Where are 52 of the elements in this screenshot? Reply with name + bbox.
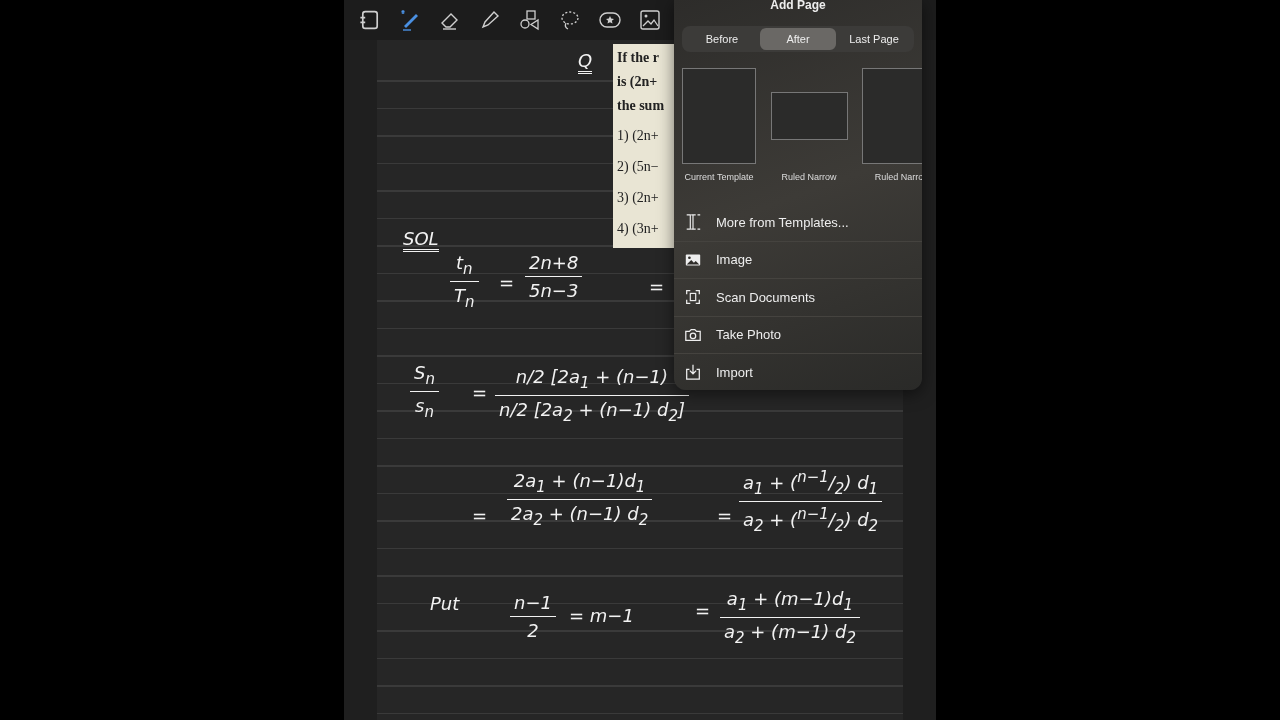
handwritten-text: = bbox=[649, 276, 665, 297]
fraction-denominator: a$_{2}$ + ($^{n−1}$/$_{2}$) d$_{2}$ bbox=[742, 503, 880, 535]
popover-title: Add Page bbox=[769, 0, 827, 14]
question-text: the sum bbox=[617, 97, 666, 115]
template-thumbnail[interactable] bbox=[770, 92, 848, 140]
image-icon[interactable] bbox=[638, 8, 662, 32]
handwritten-text: = m−1 bbox=[569, 605, 634, 626]
handwritten-text: = bbox=[695, 600, 711, 621]
fraction-numerator: n−1 bbox=[510, 592, 556, 617]
question-text: 1) (2n+ bbox=[617, 127, 660, 145]
template-thumbnail[interactable] bbox=[862, 68, 922, 164]
question-text: If the r bbox=[617, 49, 660, 67]
handwritten-text: = bbox=[717, 505, 733, 526]
question-text: 3) (2n+ bbox=[617, 189, 660, 207]
menu-item[interactable]: Image bbox=[674, 240, 922, 278]
template-thumbnail[interactable] bbox=[682, 68, 756, 164]
fraction-numerator: 2n+8 bbox=[525, 252, 583, 277]
fraction-denominator: 5n−3 bbox=[528, 279, 580, 301]
fraction-denominator: T$_{n}$ bbox=[453, 283, 476, 311]
menu-item[interactable]: More from Templates... bbox=[674, 204, 922, 241]
scan-icon bbox=[684, 288, 702, 307]
menu-item[interactable]: Import bbox=[674, 353, 922, 390]
handwritten-text: = bbox=[472, 382, 488, 403]
fraction-numerator: a$_{1}$ + (m−1)d$_{1}$ bbox=[720, 588, 860, 618]
segment-tab[interactable]: Last Page bbox=[836, 28, 912, 50]
handwritten-heading: SOL bbox=[403, 228, 439, 252]
template-icon bbox=[684, 213, 702, 232]
shapes-icon[interactable] bbox=[518, 8, 542, 32]
fraction-numerator: S$_{n}$ bbox=[410, 362, 439, 392]
import-icon bbox=[684, 363, 702, 382]
fraction-denominator: 2a$_{2}$ + (n−1) d$_{2}$ bbox=[510, 501, 650, 529]
segment-tab[interactable]: After bbox=[760, 28, 836, 50]
handwritten-text: = bbox=[472, 505, 488, 526]
fraction-numerator: 2a$_{1}$ + (n−1)d$_{1}$ bbox=[507, 470, 653, 500]
template-label: Ruled Narrow bbox=[781, 172, 837, 182]
handwritten-text: Put bbox=[430, 593, 460, 614]
fraction-denominator: n/2 [2a$_{2}$ + (n−1) d$_{2}$] bbox=[498, 397, 686, 425]
handwritten-text: = bbox=[499, 272, 515, 293]
question-text: 4) (3n+ bbox=[617, 220, 660, 238]
fraction-numerator: a$_{1}$ + ($^{n−1}$/$_{2}$) d$_{1}$ bbox=[739, 468, 883, 502]
fraction-denominator: 2 bbox=[526, 619, 540, 641]
template-label: Current Template bbox=[684, 172, 754, 182]
fraction-denominator: a$_{2}$ + (m−1) d$_{2}$ bbox=[723, 619, 857, 647]
segment-tab[interactable]: Before bbox=[684, 28, 760, 50]
fraction-numerator: t$_{n}$ bbox=[450, 252, 479, 282]
question-text: is (2n+ bbox=[617, 73, 659, 91]
question-text: 2) (5n− bbox=[617, 158, 660, 176]
handwritten-heading: Q bbox=[578, 50, 593, 74]
fraction-denominator: s$_{n}$ bbox=[414, 393, 435, 421]
menu-item[interactable]: Take Photo bbox=[674, 315, 922, 353]
menu-item[interactable]: Scan Documents bbox=[674, 278, 922, 316]
lasso-icon[interactable] bbox=[558, 8, 582, 32]
